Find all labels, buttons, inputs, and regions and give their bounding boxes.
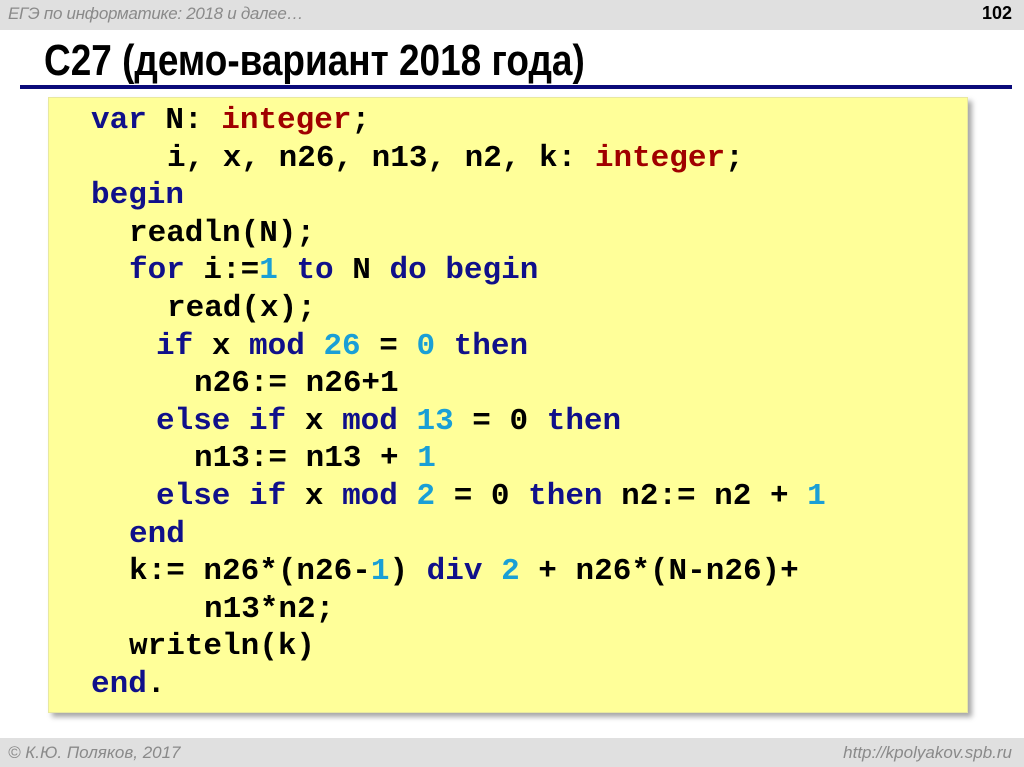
code-number: 1 [259, 253, 278, 289]
code-keyword: mod [249, 328, 305, 364]
code-text: writeln(k) [129, 629, 316, 665]
code-text: N: [146, 103, 222, 138]
code-line: writeln(k) [91, 628, 826, 666]
code-text: n2:= n2 + [602, 478, 808, 514]
code-text: n13*n2; [204, 591, 335, 627]
code-line: readln(N); [91, 215, 826, 253]
code-line: end. [91, 666, 826, 704]
code-line: if x mod 26 = 0 then [91, 328, 826, 366]
code-text: read(x); [167, 290, 316, 326]
code-keyword: var [91, 103, 147, 138]
code-text: . [146, 666, 166, 702]
code-number: 1 [807, 478, 826, 514]
course-title: ЕГЭ по информатике: 2018 и далее… [8, 4, 304, 23]
code-text: i, x, n26, n13, n2, k: [167, 140, 595, 176]
code-number: 13 [416, 403, 454, 439]
code-line: n13*n2; [91, 591, 826, 629]
code-keyword: if [249, 478, 287, 514]
code-text: x [193, 328, 250, 364]
code-text: n13:= n13 + [194, 441, 418, 477]
code-line: end [91, 516, 826, 554]
footer-url[interactable]: http://kpolyakov.spb.ru [843, 743, 1012, 763]
code-keyword: mod [342, 478, 398, 514]
code-line: for i:=1 to N do begin [91, 252, 826, 290]
code-keyword: else [156, 478, 231, 514]
code-text: + n26*(N-n26)+ [519, 554, 799, 590]
code-line: begin [91, 177, 826, 215]
code-keyword: end [91, 666, 147, 702]
code-line: i, x, n26, n13, n2, k: integer; [91, 140, 826, 178]
code-text: = [360, 328, 417, 364]
code-line: var N: integer; [91, 102, 826, 140]
code-keyword: then [528, 478, 603, 514]
code-text: x [286, 403, 343, 439]
slide-title: С27 (демо-вариант 2018 года) [44, 36, 585, 85]
code-block: var N: integer; i, x, n26, n13, n2, k: in… [48, 97, 968, 713]
code-keyword: mod [342, 403, 398, 439]
code-line: n13:= n13 + 1 [91, 440, 826, 478]
page-number: 102 [981, 3, 1012, 23]
code-text: = 0 [435, 478, 529, 514]
code-keyword: then [546, 403, 622, 439]
code-text: x [286, 478, 343, 514]
code-text: k:= n26*(n26- [129, 554, 371, 590]
code-keyword: for [129, 253, 185, 289]
code-listing: var N: integer; i, x, n26, n13, n2, k: in… [91, 102, 826, 704]
code-line: else if x mod 2 = 0 then n2:= n2 + 1 [91, 478, 826, 516]
code-line: n26:= n26+1 [91, 365, 826, 403]
code-line: read(x); [91, 290, 826, 328]
title-underline [20, 85, 1012, 89]
code-number: 2 [501, 554, 520, 590]
code-text: ) [389, 554, 427, 590]
code-number: 1 [417, 441, 436, 477]
code-number: 26 [323, 328, 361, 364]
code-keyword: else [156, 403, 231, 439]
code-keyword: begin [91, 178, 185, 214]
code-type: integer [594, 140, 726, 176]
code-text: readln(N); [129, 215, 316, 251]
code-keyword: to [296, 253, 334, 289]
code-text: = 0 [453, 403, 547, 439]
code-keyword: begin [445, 253, 539, 289]
code-line: k:= n26*(n26-1) div 2 + n26*(N-n26)+ [91, 553, 826, 591]
code-line: else if x mod 13 = 0 then [91, 403, 826, 441]
code-text: N [333, 253, 390, 289]
code-text: ; [351, 103, 371, 138]
code-keyword: if [156, 328, 194, 364]
code-type: integer [221, 103, 352, 138]
code-text: n26:= n26+1 [194, 366, 399, 402]
code-keyword: div [426, 554, 483, 590]
code-text: ; [725, 140, 744, 176]
code-number: 2 [416, 478, 436, 514]
code-keyword: end [129, 516, 185, 552]
code-text: i:= [184, 253, 260, 289]
footer-author: © К.Ю. Поляков, 2017 [8, 743, 181, 762]
code-number: 0 [416, 328, 436, 364]
code-number: 1 [370, 554, 390, 590]
code-keyword: do [389, 253, 427, 289]
code-keyword: if [249, 403, 287, 439]
code-keyword: then [453, 328, 529, 364]
